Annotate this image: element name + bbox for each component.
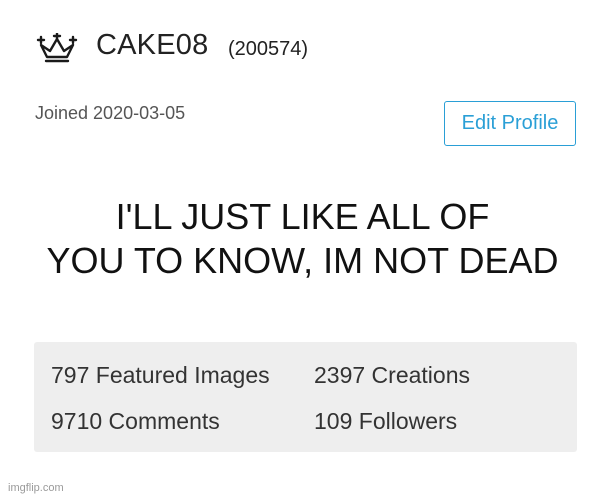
stat-creations[interactable]: 2397 Creations — [314, 362, 470, 389]
crown-icon — [36, 33, 78, 63]
stat-comments[interactable]: 9710 Comments — [51, 408, 220, 435]
profile-username: CAKE08 — [96, 29, 209, 61]
profile-stats-panel: 797 Featured Images 2397 Creations 9710 … — [34, 342, 577, 452]
profile-joined-date: Joined 2020-03-05 — [35, 103, 186, 123]
imgflip-watermark: imgflip.com — [8, 482, 64, 494]
edit-profile-button[interactable]: Edit Profile — [444, 101, 576, 146]
stat-followers[interactable]: 109 Followers — [314, 408, 457, 435]
profile-user-id: (200574) — [228, 38, 309, 60]
stat-featured-images[interactable]: 797 Featured Images — [51, 362, 270, 389]
caption-line-1: I'LL JUST LIKE ALL OF — [115, 196, 490, 237]
meme-caption: I'LL JUST LIKE ALL OF YOU TO KNOW, IM NO… — [0, 195, 605, 283]
caption-line-2: YOU TO KNOW, IM NOT DEAD — [46, 240, 559, 281]
